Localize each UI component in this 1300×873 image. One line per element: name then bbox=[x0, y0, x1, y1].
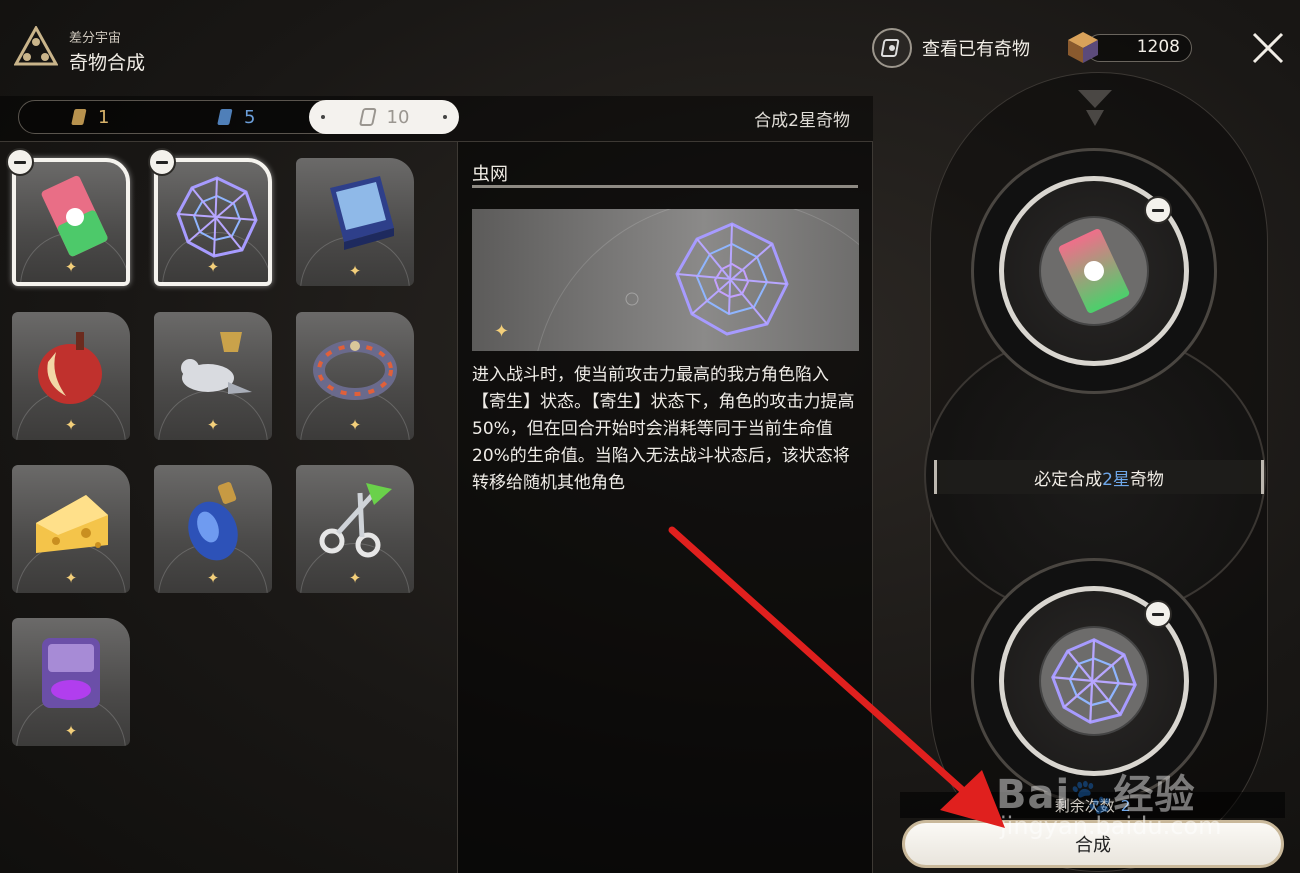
cheese-icon bbox=[36, 495, 108, 553]
view-owned-curios-label: 查看已有奇物 bbox=[922, 39, 1030, 60]
curio-name: 虫网 bbox=[472, 164, 508, 185]
star-icon: ✦ bbox=[206, 258, 220, 276]
tab-1-label: 1 bbox=[98, 106, 110, 128]
tab-5-star[interactable]: 5 bbox=[216, 100, 255, 134]
cobweb-item[interactable]: ✦ bbox=[154, 158, 272, 286]
guarantee-suffix: 奇物 bbox=[1129, 469, 1164, 490]
cobweb-icon bbox=[675, 222, 789, 336]
currency-display: 1208 bbox=[1064, 30, 1194, 64]
apple-heart-icon bbox=[38, 332, 102, 404]
close-icon[interactable] bbox=[1248, 28, 1288, 68]
synthesis-target-label: 合成2星奇物 bbox=[754, 111, 850, 131]
curio-icon bbox=[217, 109, 233, 125]
tab-5-label: 5 bbox=[244, 106, 256, 128]
triangle-down-icon bbox=[1078, 90, 1112, 126]
remove-slot-2-button[interactable] bbox=[1144, 600, 1172, 628]
tab-10-label: 10 bbox=[386, 106, 410, 128]
currency-value: 1208 bbox=[1136, 37, 1180, 57]
guarantee-star: 2星 bbox=[1102, 469, 1130, 490]
cobweb-icon bbox=[1051, 638, 1137, 724]
box-icon bbox=[330, 176, 394, 250]
curio-icon bbox=[71, 109, 87, 125]
apple-heart-item[interactable]: ✦ bbox=[12, 312, 130, 440]
star-icon: ✦ bbox=[206, 416, 220, 434]
curio-preview: ✦ bbox=[472, 209, 859, 351]
purple-scroll-item[interactable]: ✦ bbox=[12, 618, 130, 746]
cheese-item[interactable]: ✦ bbox=[12, 465, 130, 593]
tab-1-star[interactable]: 1 bbox=[70, 100, 109, 134]
watermark-url: jingyan.baidu.com bbox=[1000, 812, 1222, 840]
simulated-universe-logo-icon bbox=[14, 26, 58, 66]
star-icon: ✦ bbox=[206, 569, 220, 587]
star-icon: ✦ bbox=[348, 262, 362, 280]
golden-bird-item[interactable]: ✦ bbox=[154, 312, 272, 440]
svg-text:✦: ✦ bbox=[494, 321, 509, 342]
scissors-icon bbox=[319, 483, 392, 558]
page-title: 奇物合成 bbox=[69, 52, 146, 74]
remove-ticket-item-button[interactable] bbox=[6, 148, 34, 176]
remove-slot-1-button[interactable] bbox=[1144, 196, 1172, 224]
bracelet-item[interactable]: ✦ bbox=[296, 312, 414, 440]
view-owned-curios-button[interactable]: 查看已有奇物 bbox=[872, 28, 1030, 68]
golden-bird-icon bbox=[181, 332, 252, 394]
curio-description: 进入战斗时，使当前攻击力最高的我方角色陷入【寄生】状态。【寄生】状态下，角色的攻… bbox=[472, 365, 855, 493]
cobweb-icon bbox=[176, 176, 258, 258]
curio-icon bbox=[359, 108, 376, 126]
cube-currency-icon bbox=[1068, 32, 1098, 63]
purple-scroll-icon bbox=[42, 638, 100, 708]
star-icon: ✦ bbox=[64, 722, 78, 740]
ticket-icon bbox=[1058, 229, 1130, 313]
potion-icon bbox=[188, 482, 238, 561]
guarantee-banner: 必定合成 2星 奇物 bbox=[934, 460, 1264, 494]
brand-subtitle: 差分宇宙 bbox=[69, 31, 122, 46]
star-icon: ✦ bbox=[64, 416, 78, 434]
guarantee-prefix: 必定合成 bbox=[1034, 469, 1103, 490]
star-icon: ✦ bbox=[348, 416, 362, 434]
ticket-item[interactable]: ✦ bbox=[12, 158, 130, 286]
curio-icon bbox=[872, 28, 912, 68]
box-item[interactable]: ✦ bbox=[296, 158, 414, 286]
divider bbox=[472, 185, 858, 188]
star-icon: ✦ bbox=[64, 569, 78, 587]
input-slot-1[interactable] bbox=[971, 148, 1217, 394]
ticket-icon bbox=[41, 175, 108, 257]
bracelet-icon bbox=[313, 340, 397, 400]
star-icon: ✦ bbox=[348, 569, 362, 587]
star-icon: ✦ bbox=[64, 258, 78, 276]
tab-10-star[interactable]: 10 bbox=[309, 100, 459, 134]
scissors-item[interactable]: ✦ bbox=[296, 465, 414, 593]
potion-item[interactable]: ✦ bbox=[154, 465, 272, 593]
remove-cobweb-item-button[interactable] bbox=[148, 148, 176, 176]
